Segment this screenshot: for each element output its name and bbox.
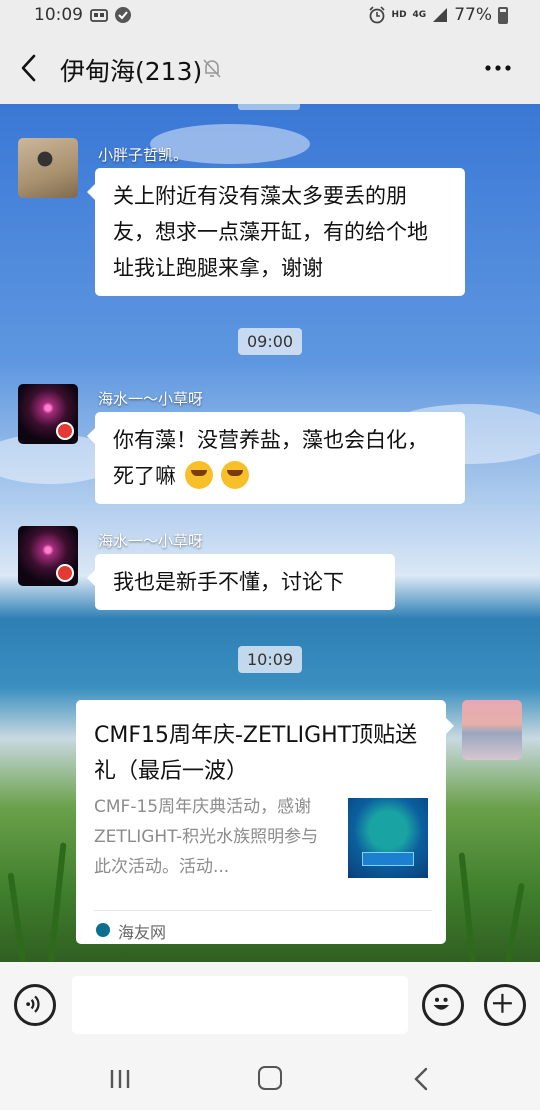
background-grass [48, 842, 67, 962]
sender-name: 海水一～小草呀 [98, 390, 204, 408]
nav-back-icon[interactable] [410, 1066, 434, 1092]
signal-icon [433, 8, 448, 22]
input-bar [0, 962, 540, 1048]
avatar[interactable] [18, 138, 78, 198]
background-grass [7, 872, 26, 962]
sender-name: 海水一～小草呀 [98, 532, 204, 550]
background-grass [458, 852, 476, 962]
back-arrow-icon[interactable] [14, 50, 46, 86]
thumbnail-banner [362, 852, 414, 866]
card-title: CMF15周年庆-ZETLIGHT顶贴送礼（最后一波） [94, 723, 418, 784]
status-bar: 10:09 HD 4G 77% [0, 0, 540, 32]
partial-time-pill [238, 104, 300, 110]
timestamp: 09:00 [238, 328, 303, 355]
message-text: 我也是新手不懂，讨论下 [113, 570, 344, 594]
message-bubble[interactable]: 你有藻！没营养盐，藻也会白化，死了嘛 [87, 412, 465, 504]
link-card[interactable]: CMF15周年庆-ZETLIGHT顶贴送礼（最后一波） CMF-15周年庆典活动… [76, 700, 454, 944]
card-thumbnail [348, 798, 428, 878]
avatar-badge [56, 422, 74, 440]
battery-icon [498, 6, 508, 24]
source-logo-icon [96, 923, 110, 937]
4g-label: 4G [412, 9, 427, 20]
more-actions-plus-icon[interactable] [484, 984, 526, 1026]
timestamp: 10:09 [238, 646, 303, 673]
card-description: CMF-15周年庆典活动，感谢ZETLIGHT-积光水族照明参与此次活动。活动.… [94, 797, 319, 877]
self-avatar[interactable] [462, 700, 522, 760]
card-source: 海友网 [118, 923, 167, 942]
message-text: 你有藻！没营养盐，藻也会白化，死了嘛 [113, 428, 428, 488]
crying-laughing-emoji-icon [184, 461, 213, 489]
app-status-icon [115, 7, 131, 23]
alarm-icon [368, 6, 385, 24]
emoji-icon[interactable] [422, 984, 464, 1026]
system-nav-bar [0, 1048, 540, 1110]
mute-bell-icon [203, 59, 221, 78]
hd-label: HD [391, 9, 407, 20]
avatar[interactable] [18, 526, 78, 586]
message-bubble[interactable]: 关上附近有没有藻太多要丢的朋友，想求一点藻开缸，有的给个地址我让跑腿来拿，谢谢 [87, 168, 465, 296]
chat-area[interactable]: 小胖子哲凯。 关上附近有没有藻太多要丢的朋友，想求一点藻开缸，有的给个地址我让跑… [0, 104, 540, 962]
voice-input-icon[interactable] [14, 984, 56, 1026]
chat-header: 伊甸海(213) [0, 32, 540, 104]
recent-apps-icon[interactable] [108, 1068, 132, 1090]
card-divider [94, 910, 432, 911]
avatar[interactable] [18, 384, 78, 444]
chat-title: 伊甸海(213) [60, 57, 203, 86]
background-grass [505, 882, 525, 962]
avatar-badge [56, 564, 74, 582]
sender-name: 小胖子哲凯。 [98, 146, 189, 164]
message-input[interactable] [72, 976, 408, 1034]
battery-percent: 77% [454, 5, 492, 25]
crying-laughing-emoji-icon [221, 461, 250, 489]
message-bubble[interactable]: 我也是新手不懂，讨论下 [87, 554, 395, 610]
screen-record-icon [90, 9, 108, 22]
message-text: 关上附近有没有藻太多要丢的朋友，想求一点藻开缸，有的给个地址我让跑腿来拿，谢谢 [113, 184, 428, 280]
home-icon[interactable] [258, 1066, 282, 1090]
status-time: 10:09 [34, 5, 83, 25]
more-options-icon[interactable] [482, 54, 514, 82]
